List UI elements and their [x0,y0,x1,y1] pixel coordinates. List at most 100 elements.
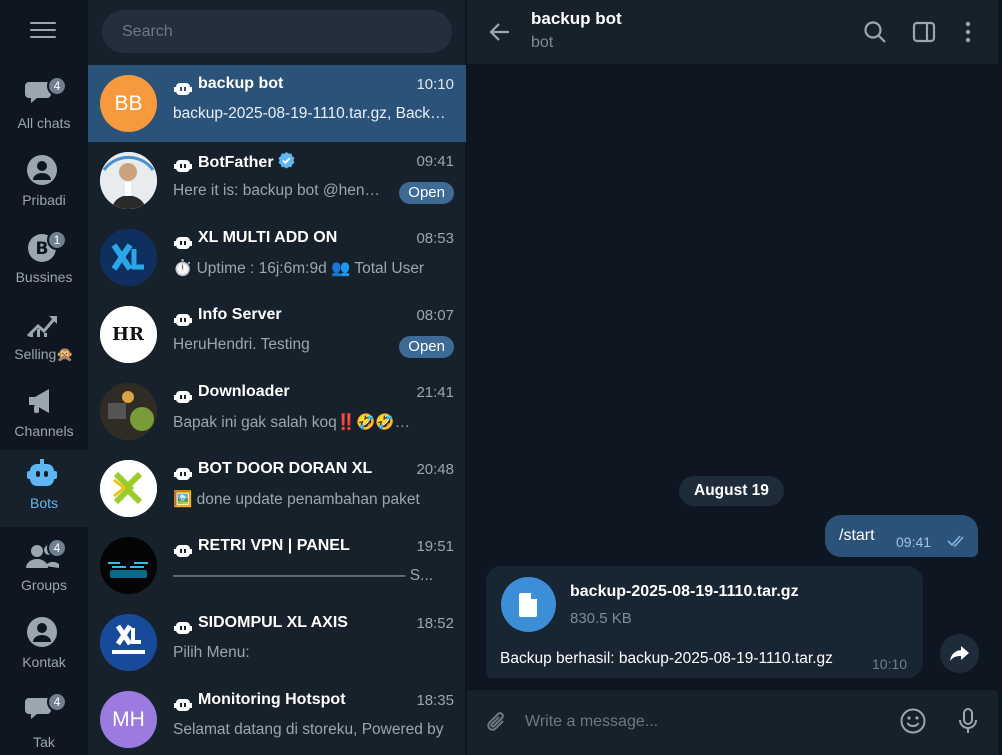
robot-icon [27,459,57,486]
avatar [100,229,157,286]
folder-selling[interactable]: Selling🙊 [0,301,88,378]
chat-time: 21:41 [416,384,454,401]
folder-tak[interactable]: 4 Tak [0,686,88,755]
microphone-icon[interactable] [954,707,982,735]
folder-kontak[interactable]: Kontak [0,609,88,686]
avatar [100,152,157,209]
document-icon [519,593,537,617]
chat-title[interactable]: backup bot [531,9,622,29]
chat-time: 08:07 [416,307,454,324]
folder-badge: 4 [47,76,67,96]
folder-label: All chats [17,115,71,131]
telegram-window: 4 All chats Pribadi B 1 Bussines Selling… [0,0,1002,755]
chat-time: 20:48 [416,461,454,478]
chat-time: 10:10 [416,76,454,93]
window-edge [998,0,1002,755]
folder-label: Bussines [15,269,73,285]
xl-logo-image [100,229,157,286]
chat-row-bot-door-doran-xl[interactable]: BOT DOOR DORAN XL 20:48 🖼️ done update p… [88,450,466,527]
folder-rail: 4 All chats Pribadi B 1 Bussines Selling… [0,0,88,755]
incoming-file-message[interactable]: backup-2025-08-19-1110.tar.gz 830.5 KB B… [486,566,923,678]
chat-row-downloader[interactable]: Downloader 21:41 Bapak ini gak salah koq… [88,373,466,450]
folder-pribadi[interactable]: Pribadi [0,147,88,224]
folder-all-chats[interactable]: 4 All chats [0,70,88,147]
chat-preview: Pilih Menu: [173,644,250,661]
back-arrow-icon[interactable] [487,19,513,45]
double-check-icon [947,535,964,548]
message-input[interactable] [525,708,875,736]
avatar [100,537,157,594]
forward-button[interactable] [940,634,979,673]
chat-name-text: BotFather [198,154,274,171]
retri-vpn-logo-image [100,537,157,594]
svg-text:HR: HR [112,324,145,345]
chat-list-panel: BB backup bot 10:10 backup-2025-08-19-11… [88,0,466,755]
sidebar-toggle-icon[interactable] [911,19,937,45]
folder-label: Channels [14,423,74,439]
chat-row-retri-vpn-panel[interactable]: RETRI VPN | PANEL 19:51 ——————————————— … [88,527,466,604]
hr-logo-image: HR [100,306,157,363]
bot-icon [174,160,192,172]
chat-preview: ⏱️ Uptime : 16j:6m:9d 👥 Total User [173,260,425,277]
search-input[interactable] [102,10,452,53]
xl-axis-logo-image [100,614,157,671]
chat-name: Info Server [198,306,282,323]
chat-row-xl-multi-add-on[interactable]: XL MULTI ADD ON 08:53 ⏱️ Uptime : 16j:6m… [88,219,466,296]
attach-icon[interactable] [483,708,511,736]
chat-preview: Here it is: backup bot @hendri_backup_bo… [173,182,383,199]
folder-label: Kontak [22,654,66,670]
open-button[interactable]: Open [399,182,454,204]
message-caption: Backup berhasil: backup-2025-08-19-1110.… [500,650,833,667]
chat-row-monitoring-hotspot[interactable]: MH Monitoring Hotspot 18:35 Selamat data… [88,681,466,755]
chat-preview: backup-2025-08-19-1110.tar.gz, Backup be… [173,105,453,122]
download-file-button[interactable] [501,577,556,632]
folder-label: Selling🙊 [14,346,74,362]
bot-icon [174,237,192,249]
outgoing-message[interactable]: /start 09:41 [825,515,978,557]
chat-row-sidompul-xl-axis[interactable]: SIDOMPUL XL AXIS 18:52 Pilih Menu: [88,604,466,681]
chat-preview: 🖼️ done update penambahan paket [173,491,420,508]
bot-icon [174,391,192,403]
message-time: 10:10 [872,656,908,672]
chat-row-botfather[interactable]: BotFather 09:41 Here it is: backup bot @… [88,142,466,219]
bot-icon [174,468,192,480]
verified-badge-icon [278,152,294,169]
folder-label: Groups [21,577,67,593]
person-icon [27,617,57,647]
chat-subtitle: bot [531,34,554,51]
chat-preview: Bapak ini gak salah koq‼️🤣🤣… [173,414,411,431]
search-icon[interactable] [862,19,888,45]
chat-preview: HeruHendri. Testing [173,336,310,353]
folder-groups[interactable]: 4 Groups [0,532,88,609]
message-composer [467,689,1002,755]
open-button[interactable]: Open [399,336,454,358]
emoji-icon[interactable] [899,707,927,735]
chat-name: BOT DOOR DORAN XL [198,460,373,477]
bot-icon [174,545,192,557]
person-icon [27,155,57,185]
folder-bots[interactable]: Bots [0,450,88,527]
megaphone-icon [29,389,49,413]
bot-icon [174,314,192,326]
hamburger-menu-button[interactable] [30,22,56,42]
folder-bussines[interactable]: B 1 Bussines [0,224,88,301]
chat-name: backup bot [198,75,284,92]
folder-channels[interactable]: Channels [0,378,88,455]
chat-time: 09:41 [416,153,454,170]
chat-preview: ——————————————— S... [173,567,434,584]
chat-name: SIDOMPUL XL AXIS [198,614,348,631]
chat-name: RETRI VPN | PANEL [198,537,350,554]
bot-icon [174,622,192,634]
more-options-icon[interactable] [955,19,981,45]
folder-badge: 1 [47,230,67,250]
bot-icon [174,83,192,95]
conversation-header: backup bot bot [467,0,1002,65]
message-time: 09:41 [896,534,932,550]
chat-row-info-server[interactable]: HR Info Server 08:07 HeruHendri. Testing… [88,296,466,373]
folder-badge: 4 [47,538,67,558]
message-text: /start [839,527,875,544]
avatar [100,383,157,440]
chat-row-backup-bot[interactable]: BB backup bot 10:10 backup-2025-08-19-11… [88,65,466,142]
forward-arrow-icon [950,646,969,661]
chat-name: XL MULTI ADD ON [198,229,338,246]
